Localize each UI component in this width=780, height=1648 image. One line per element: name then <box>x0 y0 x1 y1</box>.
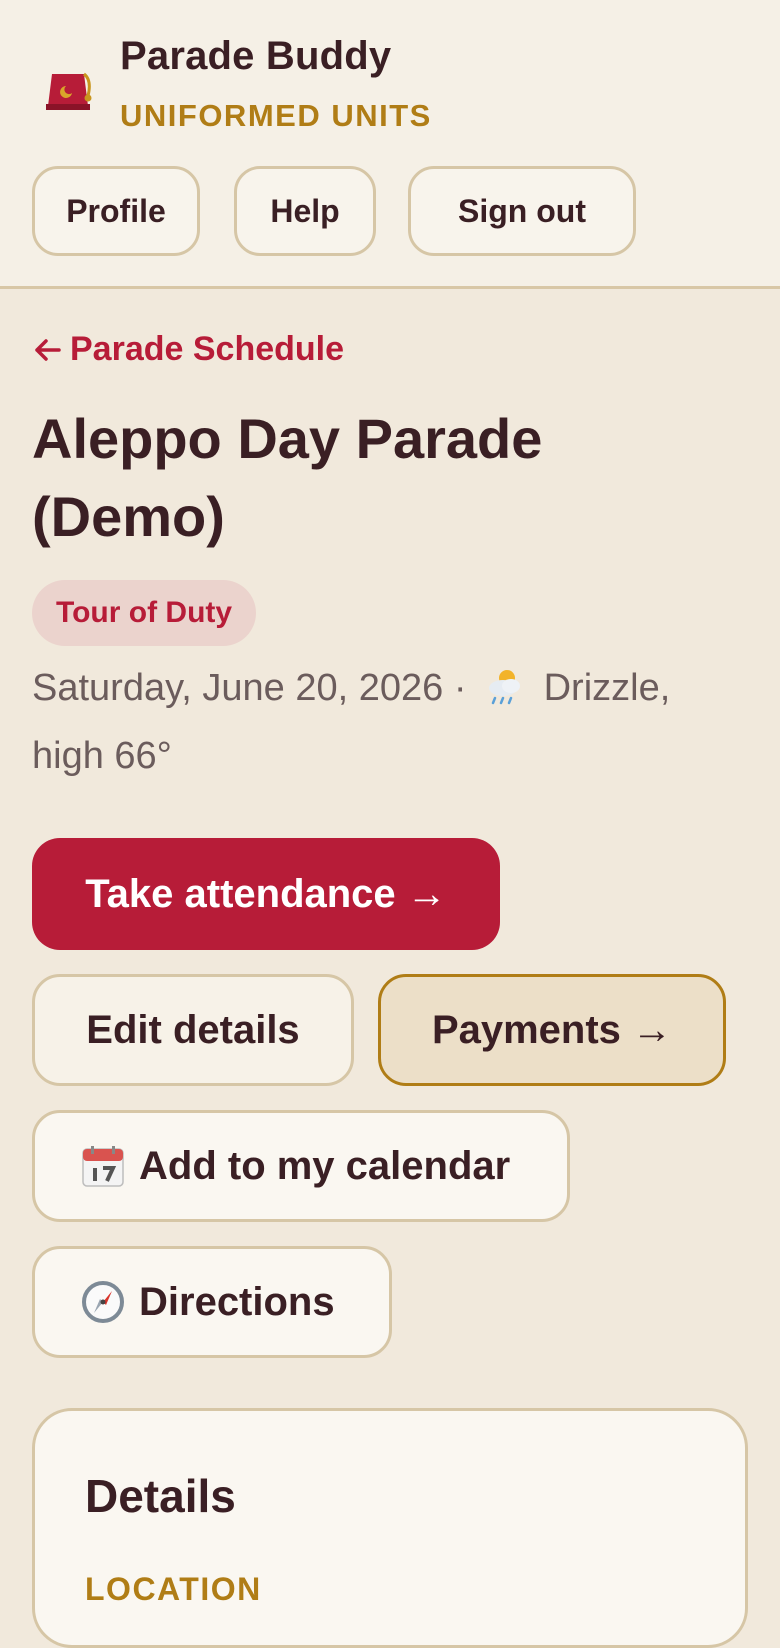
back-to-schedule-link[interactable]: Parade Schedule <box>32 330 344 369</box>
page-title: Aleppo Day Parade (Demo) <box>32 407 543 548</box>
payments-button[interactable]: Payments → <box>378 974 726 1086</box>
brand-title: Parade Buddy <box>120 34 392 78</box>
sign-out-button[interactable]: Sign out <box>408 166 636 256</box>
calendar-icon <box>82 1146 124 1187</box>
event-meta: Saturday, June 20, 2026 · Drizzle, high … <box>32 654 752 790</box>
details-card: Details LOCATION <box>32 1408 748 1648</box>
location-label: LOCATION <box>85 1571 262 1607</box>
fez-icon <box>46 72 92 110</box>
help-button[interactable]: Help <box>234 166 376 256</box>
directions-label: Directions <box>139 1279 335 1324</box>
compass-icon <box>82 1281 124 1323</box>
brand-subtitle: UNIFORMED UNITS <box>120 98 432 133</box>
add-to-calendar-label: Add to my calendar <box>139 1143 511 1188</box>
meta-separator: · <box>453 667 467 709</box>
profile-button[interactable]: Profile <box>32 166 200 256</box>
directions-button[interactable]: Directions <box>32 1246 392 1358</box>
back-link-label: Parade Schedule <box>70 330 345 368</box>
app-header: Parade Buddy UNIFORMED UNITS Profile Hel… <box>0 0 780 289</box>
take-attendance-button[interactable]: Take attendance → <box>32 838 500 950</box>
status-badge: Tour of Duty <box>32 580 257 646</box>
details-heading: Details <box>85 1470 236 1522</box>
sun-cloud-rain-icon <box>489 670 521 705</box>
event-date: Saturday, June 20, 2026 <box>32 667 444 709</box>
arrow-left-icon <box>35 338 61 361</box>
edit-details-button[interactable]: Edit details <box>32 974 354 1086</box>
add-to-calendar-button[interactable]: Add to my calendar <box>32 1110 570 1222</box>
